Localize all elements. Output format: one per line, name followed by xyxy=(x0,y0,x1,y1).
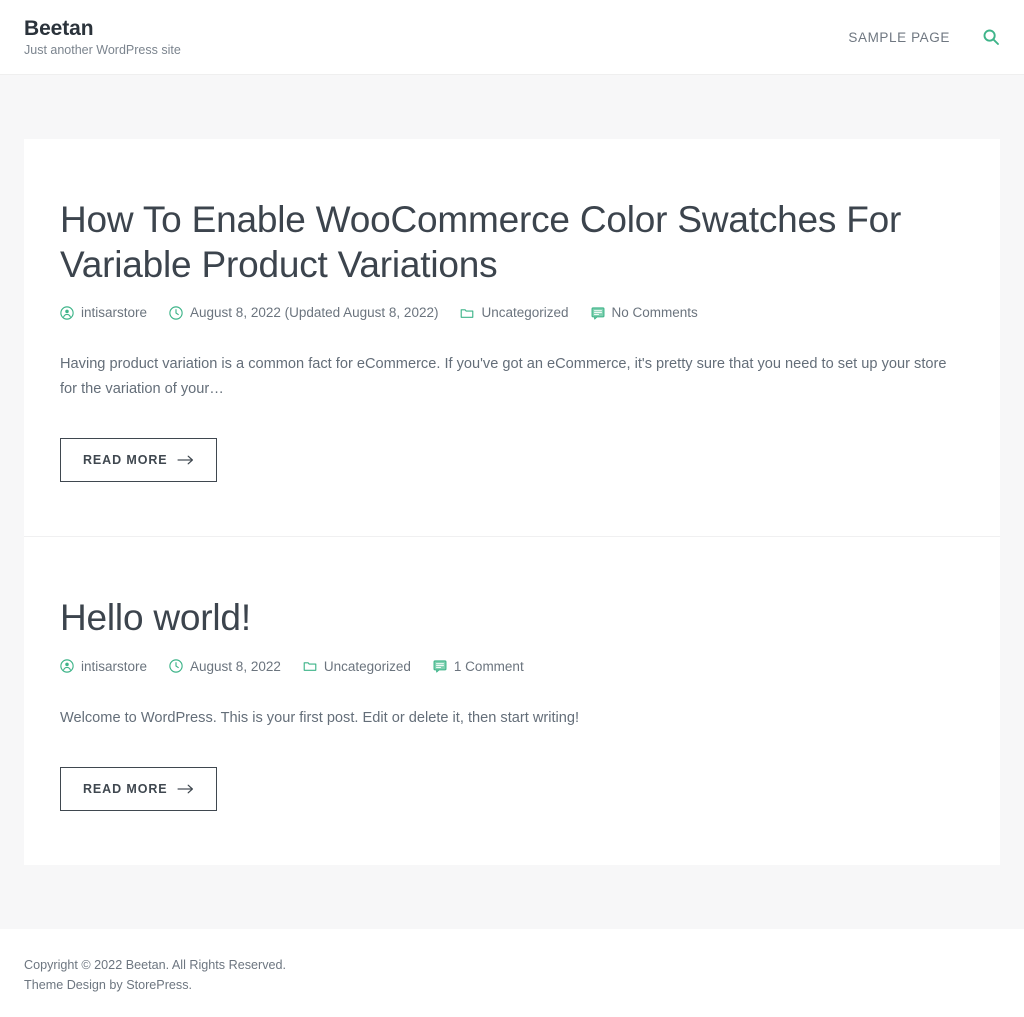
read-more-button[interactable]: READ MORE xyxy=(60,438,217,483)
footer-credit-suffix: . xyxy=(188,978,193,993)
search-icon xyxy=(982,28,1000,46)
meta-category[interactable]: Uncategorized xyxy=(460,305,569,321)
read-more-label: READ MORE xyxy=(83,453,168,468)
comment-icon xyxy=(433,659,447,673)
meta-category-label: Uncategorized xyxy=(323,658,411,674)
clock-icon xyxy=(169,659,183,673)
post-item: How To Enable WooCommerce Color Swatches… xyxy=(24,139,1000,536)
meta-author[interactable]: intisarstore xyxy=(60,305,147,320)
folder-icon xyxy=(303,659,317,673)
footer-credit: Theme Design by StorePress. xyxy=(24,975,1000,995)
footer-credit-link[interactable]: StorePress xyxy=(126,978,188,992)
post-list: How To Enable WooCommerce Color Swatches… xyxy=(24,139,1000,865)
post-meta: intisarstore August 8, 2022 (Updated Aug… xyxy=(60,305,964,320)
site-title[interactable]: Beetan xyxy=(24,17,181,40)
search-toggle-button[interactable] xyxy=(982,28,1000,46)
site-tagline: Just another WordPress site xyxy=(24,42,181,57)
post-title-link[interactable]: How To Enable WooCommerce Color Swatches… xyxy=(60,199,901,285)
read-more-label: READ MORE xyxy=(83,781,168,796)
read-more-button[interactable]: READ MORE xyxy=(60,766,217,811)
arrow-right-icon xyxy=(177,784,194,794)
meta-date[interactable]: August 8, 2022 xyxy=(169,659,281,674)
post-title-link[interactable]: Hello world! xyxy=(60,597,251,638)
user-circle-icon xyxy=(60,306,74,320)
site-branding[interactable]: Beetan Just another WordPress site xyxy=(24,17,181,58)
footer-credit-prefix: Theme Design by xyxy=(24,978,127,993)
meta-comments[interactable]: No Comments xyxy=(591,305,698,320)
arrow-right-icon xyxy=(177,455,194,465)
meta-date[interactable]: August 8, 2022 (Updated August 8, 2022) xyxy=(169,305,438,320)
meta-date-label: August 8, 2022 xyxy=(190,658,281,674)
meta-comments-label: 1 Comment xyxy=(453,658,524,674)
post-item: Hello world! intisarstore August 8, 2022… xyxy=(24,536,1000,864)
meta-author-label: intisarstore xyxy=(81,658,148,674)
clock-icon xyxy=(169,306,183,320)
footer-copyright: Copyright © 2022 Beetan. All Rights Rese… xyxy=(24,957,286,972)
meta-category-label: Uncategorized xyxy=(481,305,569,321)
site-header: Beetan Just another WordPress site SAMPL… xyxy=(0,0,1024,75)
user-circle-icon xyxy=(60,659,74,673)
post-title: Hello world! xyxy=(60,595,964,640)
post-excerpt: Having product variation is a common fac… xyxy=(60,356,947,398)
folder-icon xyxy=(460,306,474,320)
primary-navigation: SAMPLE PAGE xyxy=(848,28,1000,46)
page-wrapper: How To Enable WooCommerce Color Swatches… xyxy=(0,75,1024,865)
meta-comments[interactable]: 1 Comment xyxy=(433,659,524,674)
comment-icon xyxy=(591,306,605,320)
meta-author[interactable]: intisarstore xyxy=(60,659,147,674)
post-title: How To Enable WooCommerce Color Swatches… xyxy=(60,197,964,287)
post-excerpt: Welcome to WordPress. This is your first… xyxy=(60,709,580,726)
meta-category[interactable]: Uncategorized xyxy=(303,659,411,674)
site-footer: Copyright © 2022 Beetan. All Rights Rese… xyxy=(0,928,1024,1017)
meta-date-label: August 8, 2022 (Updated August 8, 2022) xyxy=(190,305,439,321)
nav-link-sample-page[interactable]: SAMPLE PAGE xyxy=(848,30,950,45)
meta-author-label: intisarstore xyxy=(81,305,148,321)
meta-comments-label: No Comments xyxy=(611,305,698,321)
post-meta: intisarstore August 8, 2022 Uncategorize… xyxy=(60,659,964,674)
